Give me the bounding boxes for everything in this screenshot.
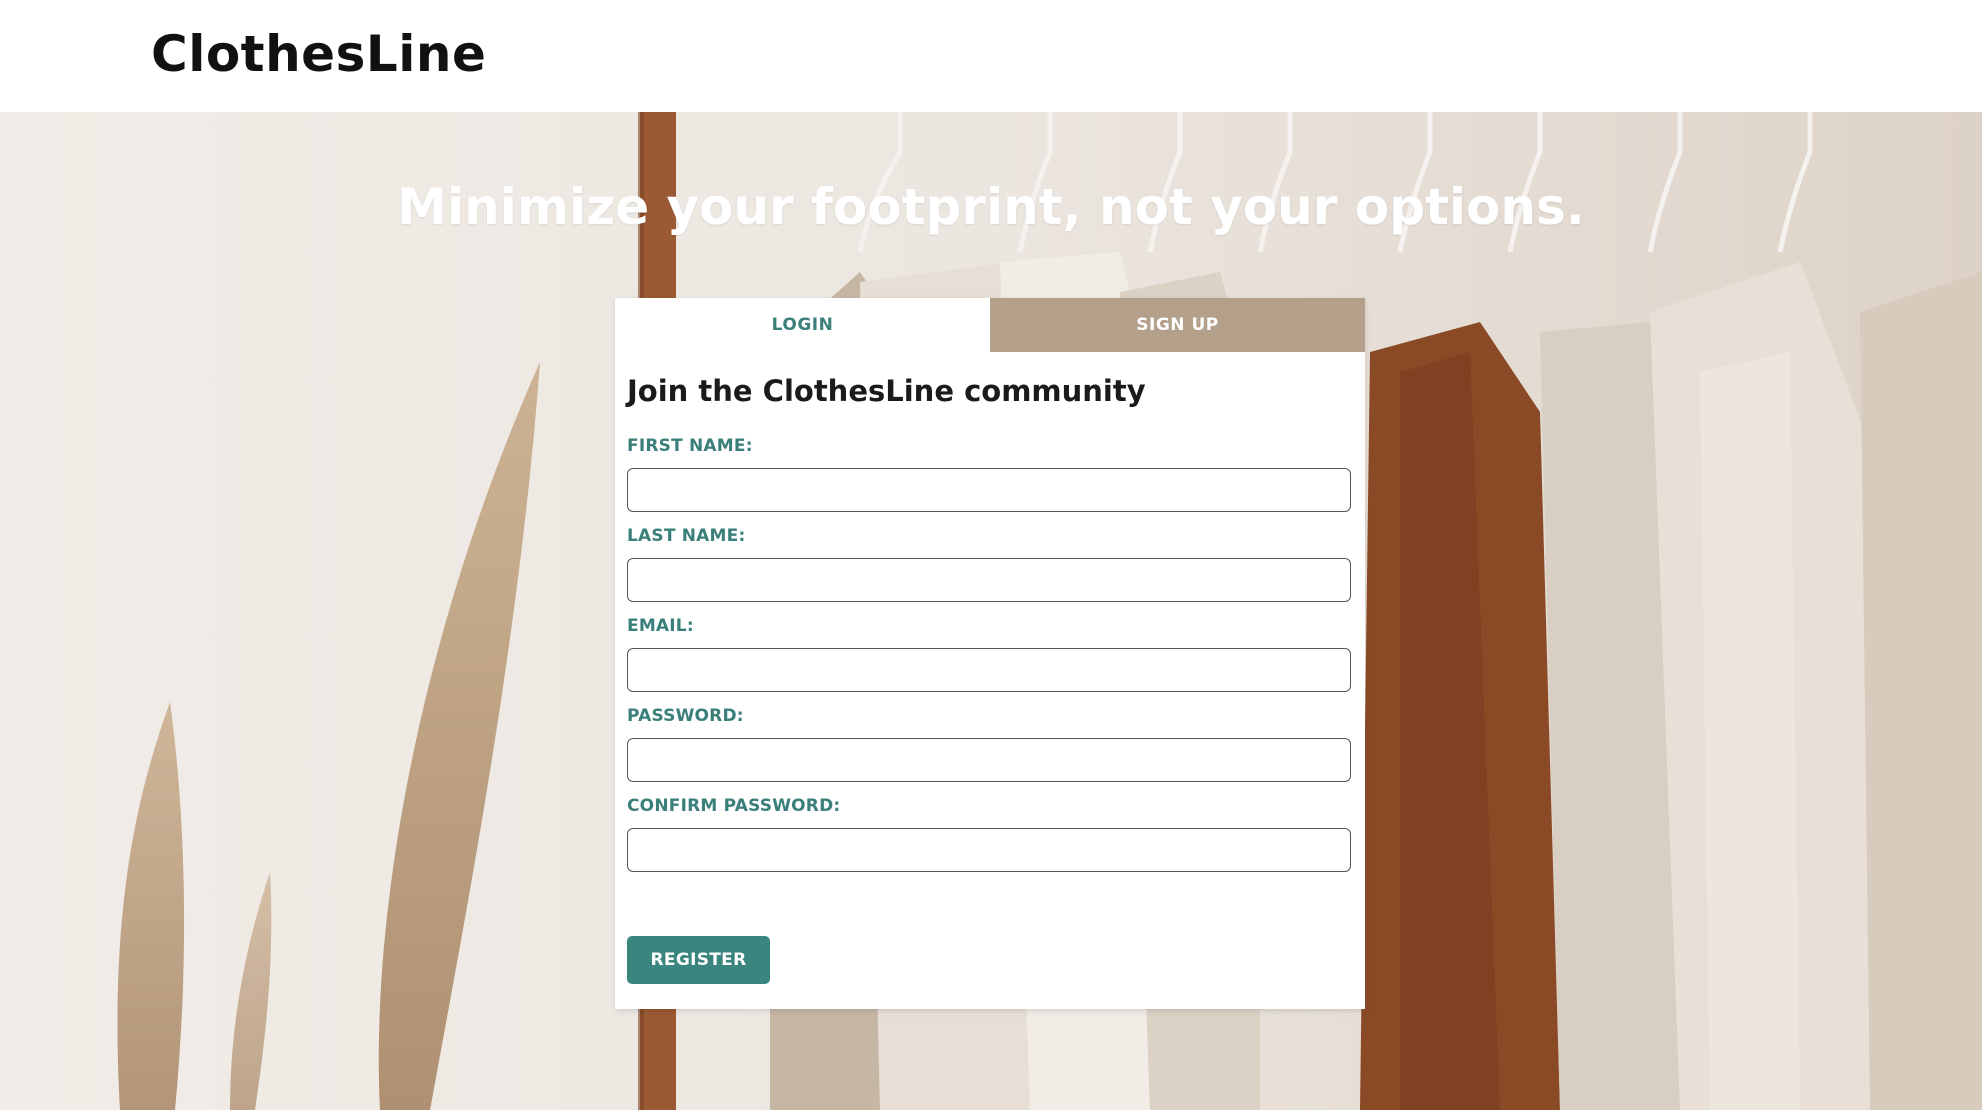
email-field-group: EMAIL: — [627, 616, 1365, 692]
form-title: Join the ClothesLine community — [627, 374, 1146, 408]
first-name-label: FIRST NAME: — [627, 436, 753, 456]
last-name-label: LAST NAME: — [627, 526, 746, 546]
confirm-password-input[interactable] — [627, 828, 1351, 872]
confirm-password-field-group: CONFIRM PASSWORD: — [627, 796, 1365, 872]
auth-tabs: LOGIN SIGN UP — [615, 298, 1365, 352]
auth-card: LOGIN SIGN UP Join the ClothesLine commu… — [615, 298, 1365, 1009]
brand-logo[interactable]: ClothesLine — [151, 22, 486, 86]
password-field-group: PASSWORD: — [627, 706, 1365, 782]
register-button[interactable]: REGISTER — [627, 936, 770, 984]
email-label: EMAIL: — [627, 616, 694, 636]
password-input[interactable] — [627, 738, 1351, 782]
first-name-input[interactable] — [627, 468, 1351, 512]
confirm-password-label: CONFIRM PASSWORD: — [627, 796, 841, 816]
hero-headline: Minimize your footprint, not your option… — [397, 178, 1585, 236]
tab-sign-up[interactable]: SIGN UP — [990, 298, 1365, 352]
top-nav-bar: ClothesLine — [0, 0, 1982, 112]
password-label: PASSWORD: — [627, 706, 744, 726]
last-name-input[interactable] — [627, 558, 1351, 602]
email-input[interactable] — [627, 648, 1351, 692]
last-name-field-group: LAST NAME: — [627, 526, 1365, 602]
first-name-field-group: FIRST NAME: — [627, 436, 1365, 512]
tab-login[interactable]: LOGIN — [615, 298, 990, 352]
